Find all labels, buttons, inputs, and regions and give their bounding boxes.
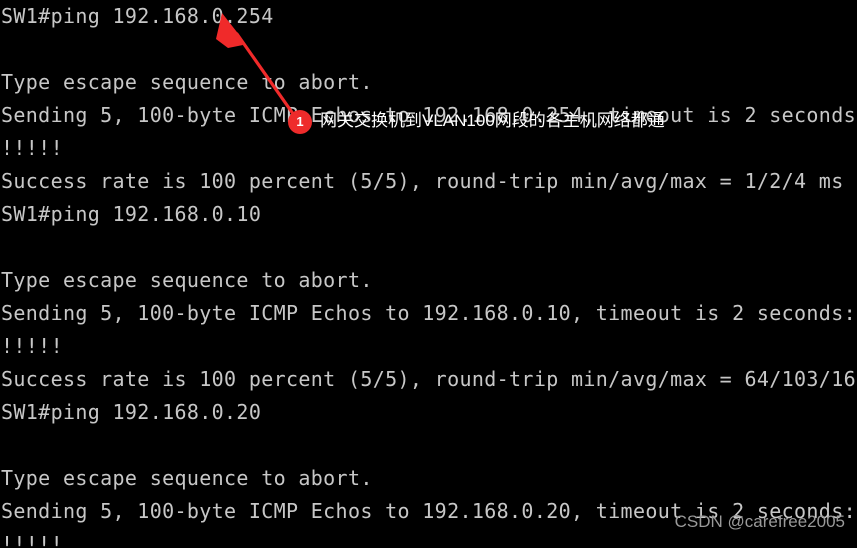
terminal-output[interactable]: SW1#ping 192.168.0.254 Type escape seque…: [0, 0, 857, 548]
terminal-line: Type escape sequence to abort.: [1, 70, 373, 94]
terminal-line: Type escape sequence to abort.: [1, 268, 373, 292]
terminal-line: Success rate is 100 percent (5/5), round…: [1, 367, 857, 391]
terminal-line: !!!!!: [1, 334, 63, 358]
terminal-line: SW1#ping 192.168.0.254: [1, 4, 274, 28]
terminal-line-blank: [0, 33, 857, 66]
terminal-line-blank: [0, 231, 857, 264]
terminal-line: Sending 5, 100-byte ICMP Echos to 192.16…: [1, 103, 857, 127]
terminal-line-blank: [0, 429, 857, 462]
terminal-line: Success rate is 100 percent (5/5), round…: [1, 169, 844, 193]
terminal-line: Sending 5, 100-byte ICMP Echos to 192.16…: [1, 301, 856, 325]
terminal-line: SW1#ping 192.168.0.10: [1, 202, 262, 226]
watermark-label: CSDN @carefree2005: [674, 512, 845, 531]
terminal-line: SW1#ping 192.168.0.20: [1, 400, 262, 424]
terminal-line: Type escape sequence to abort.: [1, 466, 373, 490]
terminal-line: !!!!!: [1, 136, 63, 160]
